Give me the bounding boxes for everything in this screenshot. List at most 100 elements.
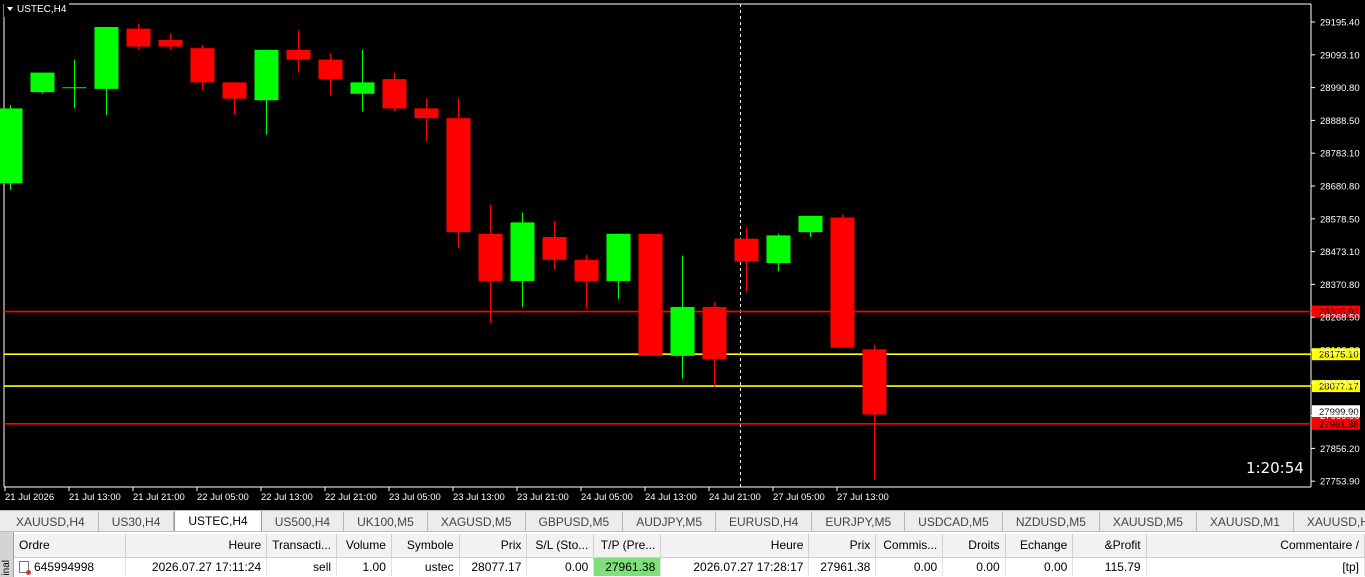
dropdown-triangle-icon[interactable] [7, 7, 13, 11]
bull-candle [94, 27, 119, 89]
bull-candle [62, 87, 87, 89]
price-axis-label: 28578.50 [1320, 214, 1360, 225]
price-axis-label: 29093.10 [1320, 50, 1360, 61]
bear-candle [414, 108, 439, 119]
closed-order-icon [19, 560, 31, 575]
bear-candle [158, 40, 183, 47]
chart-canvas[interactable]: 28305.9328175.1028077.1727961.3827999.90… [0, 0, 1365, 510]
price-axis-label: 28783.10 [1320, 149, 1360, 160]
chart-tab[interactable]: XAUUSD,H4 [3, 512, 99, 531]
bear-candle [286, 49, 311, 60]
time-axis-label: 23 Jul 13:00 [453, 492, 505, 503]
symbol-cell: ustec [391, 557, 460, 576]
price-axis-label: 29195.40 [1320, 18, 1360, 29]
chart-tab[interactable]: EURJPY,M5 [812, 512, 906, 531]
price-axis-label: 28473.10 [1320, 247, 1360, 258]
comment-cell: [tp] [1146, 557, 1365, 576]
bear-candle [478, 233, 503, 281]
bear-candle [702, 307, 727, 360]
time-axis-label: 21 Jul 21:00 [133, 492, 185, 503]
bull-candle [798, 215, 823, 233]
price-axis-label: 27753.90 [1320, 477, 1360, 488]
time-axis: 21 Jul 2026 21 Jul 13:00 21 Jul 21:00 22 Ju… [4, 487, 889, 503]
bear-candle [830, 217, 855, 348]
symbol-title-text: USTEC,H4 [17, 3, 67, 15]
bear-candle [190, 48, 215, 83]
chart-tab[interactable]: EURUSD,H4 [716, 512, 813, 531]
col-header-comment-label: Commentaire [1280, 538, 1353, 553]
col-header-close-price[interactable]: Prix [808, 534, 877, 558]
bear-candle [542, 237, 567, 260]
chart-tab[interactable]: GBPUSD,M5 [526, 512, 624, 531]
price-axis-label: 27999.90 [1320, 411, 1360, 422]
terminal-panel: inal Ordre Heure Transacti... Volume Sym… [0, 532, 1365, 577]
bull-candle [0, 108, 23, 184]
commission-cell: 0.00 [875, 557, 944, 576]
bear-candle [638, 233, 663, 356]
stop-loss-cell: 0.00 [526, 557, 595, 576]
bull-candle [606, 233, 631, 281]
chart-tab[interactable]: NZDUSD,M5 [1003, 512, 1100, 531]
chart-tab[interactable]: XAGUSD,M5 [428, 512, 526, 531]
close-time-cell: 2026.07.27 17:28:17 [660, 557, 810, 576]
table-row[interactable]: 645994998 2026.07.27 17:11:24 sell 1.00 … [14, 557, 1365, 576]
price-axis-label: 28268.50 [1320, 313, 1360, 324]
price-axis-label: 28063.90 [1320, 378, 1360, 389]
col-header-commission[interactable]: Commis... [875, 534, 944, 558]
bull-candle [254, 49, 279, 101]
terminal-side-strip[interactable]: inal [0, 532, 14, 577]
order-cell: 645994998 [14, 557, 126, 576]
bear-candle [222, 82, 247, 99]
exchange-cell: 0.00 [1005, 557, 1074, 576]
bear-candle [862, 349, 887, 415]
time-axis-label: 22 Jul 13:00 [261, 492, 313, 503]
time-axis-label: 24 Jul 21:00 [709, 492, 761, 503]
col-header-exchange[interactable]: Echange [1005, 534, 1074, 558]
col-header-type[interactable]: Transacti... [266, 534, 338, 558]
time-axis-label: 21 Jul 13:00 [69, 492, 121, 503]
col-header-profit[interactable]: &Profit [1072, 534, 1147, 558]
time-axis-label: 23 Jul 21:00 [517, 492, 569, 503]
col-header-swap[interactable]: Droits [942, 534, 1006, 558]
chart-tab[interactable]: UK100,M5 [344, 512, 428, 531]
col-header-order[interactable]: Ordre [14, 534, 126, 558]
bear-candle [382, 79, 407, 109]
chart-tab[interactable]: XAUUSD,H1 [1294, 512, 1365, 531]
chart-tabs-bar: XAUUSD,H4 US30,H4 USTEC,H4 US500,H4 UK100,M5… [0, 510, 1365, 532]
chart-tab[interactable]: XAUUSD,M5 [1100, 512, 1197, 531]
col-header-comment[interactable]: Commentaire / [1146, 534, 1365, 558]
take-profit-cell: 27961.38 [593, 557, 662, 576]
chart-tab[interactable]: USDCAD,M5 [905, 512, 1003, 531]
col-header-symbol[interactable]: Symbole [391, 534, 460, 558]
terminal-label: inal [1, 560, 12, 576]
profit-cell: 115.79 [1072, 557, 1147, 576]
chart-symbol-title[interactable]: USTEC,H4 [4, 1, 70, 17]
bull-candle [670, 307, 695, 356]
order-id: 645994998 [34, 559, 95, 574]
chart-tab[interactable]: USTEC,H4 [174, 511, 262, 531]
col-header-take-profit[interactable]: T/P (Pre... [593, 534, 662, 558]
candlesticks [0, 23, 887, 480]
col-header-open-price[interactable]: Prix [459, 534, 528, 558]
chart-tab[interactable]: US500,H4 [262, 512, 345, 531]
sort-slash-icon: / [1355, 538, 1359, 553]
price-axis-label: 28680.80 [1320, 182, 1360, 193]
col-header-stop-loss[interactable]: S/L (Sto... [526, 534, 595, 558]
chart-tab[interactable]: XAUUSD,M1 [1197, 512, 1294, 531]
time-axis-label: 27 Jul 05:00 [773, 492, 825, 503]
time-axis-label: 27 Jul 13:00 [837, 492, 889, 503]
time-axis-label: 24 Jul 05:00 [581, 492, 633, 503]
col-header-close-time[interactable]: Heure [660, 534, 810, 558]
chart-tab[interactable]: US30,H4 [99, 512, 175, 531]
bear-candle [318, 59, 343, 80]
col-header-open-time[interactable]: Heure [125, 534, 268, 558]
time-axis-label: 23 Jul 05:00 [389, 492, 441, 503]
bear-candle [574, 259, 599, 281]
chart-tab[interactable]: AUDJPY,M5 [623, 512, 716, 531]
price-chart[interactable]: 28305.93 28175.10 28077.17 27961.38 27999.90… [0, 0, 1365, 510]
trade-history-table: Ordre Heure Transacti... Volume Symbole … [14, 534, 1365, 576]
open-price-cell: 28077.17 [459, 557, 528, 576]
price-axis-label: 27856.20 [1320, 444, 1360, 455]
col-header-volume[interactable]: Volume [336, 534, 392, 558]
time-axis-label: 22 Jul 05:00 [197, 492, 249, 503]
